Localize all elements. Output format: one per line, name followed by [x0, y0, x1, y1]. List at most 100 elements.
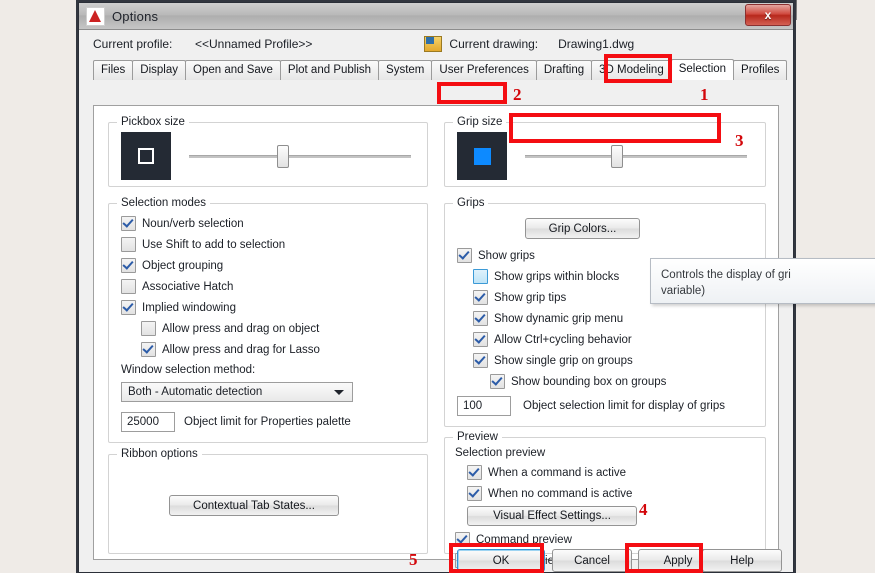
checkbox-when-no-command-active[interactable]: When no command is active — [467, 486, 632, 501]
pickbox-size-slider[interactable] — [189, 145, 411, 168]
autocad-logo-icon — [86, 6, 105, 26]
grips-group: Grips Grip Colors... Show grips Show gri… — [444, 197, 766, 427]
grip-selection-limit-value: 100 — [463, 400, 483, 412]
current-profile-value: <<Unnamed Profile>> — [195, 37, 313, 51]
checkbox-icon[interactable] — [121, 279, 136, 294]
pickbox-preview — [121, 132, 171, 180]
tab-strip: Files Display Open and Save Plot and Pub… — [79, 59, 793, 80]
object-limit-label: Object limit for Properties palette — [184, 416, 351, 428]
tab-selection[interactable]: Selection — [670, 59, 735, 80]
dialog-titlebar[interactable]: Options x — [79, 3, 793, 30]
tab-files[interactable]: Files — [93, 60, 134, 80]
checkbox-label: Command preview — [476, 533, 572, 546]
grip-size-slider[interactable] — [525, 145, 747, 168]
checkbox-show-grip-tips[interactable]: Show grip tips — [473, 290, 566, 305]
slider-track — [189, 155, 411, 158]
checkbox-icon[interactable] — [473, 311, 488, 326]
grip-colors-button[interactable]: Grip Colors... — [525, 218, 640, 239]
tab-system[interactable]: System — [378, 60, 433, 80]
tab-3d-modeling[interactable]: 3D Modeling — [591, 60, 672, 80]
checkbox-implied-windowing[interactable]: Implied windowing — [121, 300, 236, 315]
help-button[interactable]: Help — [702, 549, 782, 572]
checkbox-icon[interactable] — [473, 353, 488, 368]
window-selection-method-label: Window selection method: — [121, 364, 256, 376]
checkbox-show-dynamic-grip-menu[interactable]: Show dynamic grip menu — [473, 311, 623, 326]
checkbox-label: Associative Hatch — [142, 280, 234, 293]
checkbox-icon[interactable] — [141, 321, 156, 336]
tab-plot-and-publish[interactable]: Plot and Publish — [279, 60, 380, 80]
current-drawing-block: Current drawing: Drawing1.dwg — [424, 36, 634, 52]
checkbox-icon[interactable] — [141, 342, 156, 357]
current-profile-label: Current profile: — [93, 37, 173, 51]
checkbox-label: Show grips — [478, 249, 535, 262]
checkbox-show-grips-within-blocks[interactable]: Show grips within blocks — [473, 269, 619, 284]
grip-marker — [473, 147, 491, 165]
close-icon[interactable]: x — [745, 4, 791, 26]
checkbox-icon[interactable] — [121, 300, 136, 315]
dialog-title: Options — [112, 8, 159, 24]
slider-thumb[interactable] — [277, 145, 289, 168]
selection-modes-group: Selection modes Noun/verb selection Use … — [108, 197, 428, 443]
checkbox-icon[interactable] — [490, 374, 505, 389]
visual-effect-settings-button[interactable]: Visual Effect Settings... — [467, 506, 637, 526]
slider-track — [525, 155, 747, 158]
checkbox-icon[interactable] — [457, 248, 472, 263]
checkbox-icon[interactable] — [473, 332, 488, 347]
window-selection-method-select[interactable]: Both - Automatic detection — [121, 382, 353, 402]
checkbox-icon[interactable] — [121, 258, 136, 273]
window-selection-method-value: Both - Automatic detection — [128, 386, 263, 398]
checkbox-icon[interactable] — [121, 237, 136, 252]
grip-selection-limit-input[interactable]: 100 — [457, 396, 511, 416]
chevron-down-icon — [334, 390, 344, 395]
ok-button[interactable]: OK — [457, 549, 545, 572]
checkbox-label: Show grip tips — [494, 291, 567, 304]
checkbox-command-preview[interactable]: Command preview — [455, 532, 572, 547]
checkbox-icon[interactable] — [121, 216, 136, 231]
object-limit-input[interactable]: 25000 — [121, 412, 175, 432]
grip-size-legend: Grip size — [453, 116, 507, 128]
checkbox-label: Implied windowing — [142, 301, 236, 314]
preview-group: Preview Selection preview When a command… — [444, 431, 766, 568]
checkbox-show-single-grip-on-groups[interactable]: Show single grip on groups — [473, 353, 633, 368]
tab-display[interactable]: Display — [132, 60, 186, 80]
checkbox-icon[interactable] — [467, 465, 482, 480]
tab-drafting[interactable]: Drafting — [535, 60, 593, 80]
pickbox-marker — [138, 148, 154, 164]
checkbox-when-command-active[interactable]: When a command is active — [467, 465, 626, 480]
checkbox-icon[interactable] — [473, 290, 488, 305]
checkbox-label: Show grips within blocks — [494, 270, 620, 283]
tab-open-and-save[interactable]: Open and Save — [185, 60, 281, 80]
checkbox-show-grips[interactable]: Show grips — [457, 248, 535, 263]
current-drawing-value: Drawing1.dwg — [558, 37, 635, 51]
checkbox-label: Allow press and drag for Lasso — [162, 343, 320, 356]
checkbox-label: Show bounding box on groups — [511, 375, 667, 388]
grip-selection-limit-label: Object selection limit for display of gr… — [523, 400, 725, 412]
checkbox-allow-press-drag-for-lasso[interactable]: Allow press and drag for Lasso — [141, 342, 320, 357]
checkbox-label: Noun/verb selection — [142, 217, 244, 230]
tab-user-preferences[interactable]: User Preferences — [431, 60, 537, 80]
checkbox-label: When no command is active — [488, 487, 633, 500]
checkbox-label: Show single grip on groups — [494, 354, 633, 367]
checkbox-label: When a command is active — [488, 466, 627, 479]
profile-row: Current profile: <<Unnamed Profile>> Cur… — [79, 30, 793, 58]
checkbox-allow-ctrl-cycling-behavior[interactable]: Allow Ctrl+cycling behavior — [473, 332, 632, 347]
checkbox-icon[interactable] — [467, 486, 482, 501]
checkbox-noun-verb-selection[interactable]: Noun/verb selection — [121, 216, 244, 231]
checkbox-use-shift-to-add[interactable]: Use Shift to add to selection — [121, 237, 285, 252]
ribbon-options-group: Ribbon options Contextual Tab States... — [108, 448, 428, 554]
slider-thumb[interactable] — [611, 145, 623, 168]
pickbox-size-legend: Pickbox size — [117, 116, 189, 128]
checkbox-label: Allow press and drag on object — [162, 322, 320, 335]
checkbox-object-grouping[interactable]: Object grouping — [121, 258, 223, 273]
contextual-tab-states-button[interactable]: Contextual Tab States... — [169, 495, 339, 516]
checkbox-associative-hatch[interactable]: Associative Hatch — [121, 279, 233, 294]
checkbox-icon[interactable] — [455, 532, 470, 547]
tab-profiles[interactable]: Profiles — [733, 60, 788, 80]
current-drawing-label: Current drawing: — [449, 37, 539, 51]
checkbox-icon[interactable] — [473, 269, 488, 284]
cancel-button[interactable]: Cancel — [552, 549, 632, 572]
screenshot-root: Options x Current profile: <<Unnamed Pro… — [0, 0, 875, 573]
grips-tooltip: Controls the display of gri variable) — [650, 258, 875, 304]
checkbox-allow-press-drag-on-object[interactable]: Allow press and drag on object — [141, 321, 319, 336]
checkbox-show-bounding-box-on-groups[interactable]: Show bounding box on groups — [490, 374, 666, 389]
